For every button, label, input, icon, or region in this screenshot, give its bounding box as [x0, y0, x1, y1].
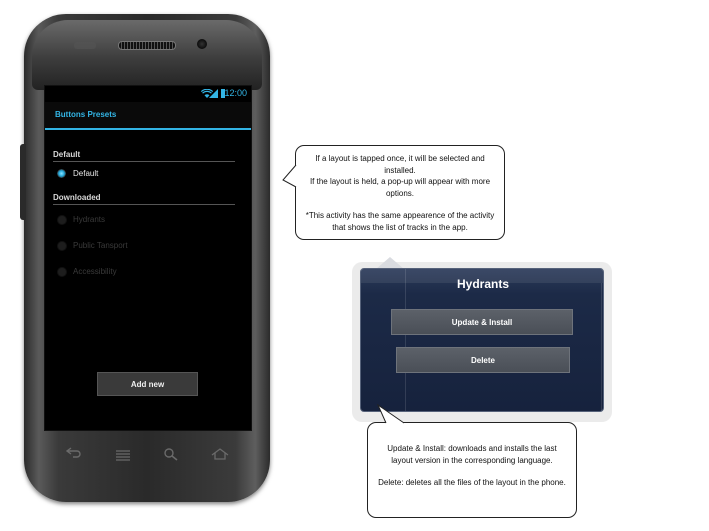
back-icon[interactable] — [65, 446, 82, 461]
phone-side-button — [20, 144, 26, 220]
callout-text: Update & Install: downloads and installs… — [387, 444, 557, 465]
callout-text: If the layout is held, a pop-up will app… — [309, 177, 491, 198]
front-camera — [197, 39, 207, 49]
section-header-downloaded: Downloaded — [53, 193, 101, 202]
context-dialog: Hydrants Update & Install Delete — [360, 268, 604, 412]
list-item-default[interactable]: Default — [53, 167, 235, 181]
proximity-sensor — [74, 42, 96, 49]
search-icon[interactable] — [164, 448, 178, 464]
list-item-hydrants[interactable]: Hydrants — [53, 213, 235, 227]
callout-pointer — [282, 164, 297, 188]
phone-screen: 12:00 Buttons Presets Default Default Do… — [44, 85, 252, 431]
home-icon[interactable] — [211, 448, 229, 463]
menu-icon[interactable] — [115, 449, 131, 464]
callout-text: Delete: deletes all the files of the lay… — [378, 478, 566, 487]
signal-icon — [209, 89, 218, 98]
list-item-label: Accessibility — [73, 267, 117, 276]
section-divider — [53, 161, 235, 162]
callout-top: If a layout is tapped once, it will be s… — [295, 145, 505, 240]
callout-bottom: Update & Install: downloads and installs… — [367, 422, 577, 518]
status-time: 12:00 — [224, 88, 247, 98]
update-install-button[interactable]: Update & Install — [391, 309, 573, 335]
list-item-label: Public Tansport — [73, 241, 128, 250]
callout-text: If a layout is tapped once, it will be s… — [315, 154, 485, 175]
callout-pointer — [377, 404, 405, 424]
list-item-public-transport[interactable]: Public Tansport — [53, 239, 235, 253]
dialog-title: Hydrants — [456, 277, 509, 291]
add-new-button[interactable]: Add new — [97, 372, 198, 396]
radio-unselected[interactable] — [57, 267, 67, 277]
earpiece-speaker — [118, 41, 176, 50]
action-bar: Buttons Presets — [45, 102, 251, 130]
radio-selected[interactable] — [57, 169, 66, 178]
list-item-label: Hydrants — [73, 215, 106, 224]
list-item-label: Default — [73, 169, 99, 178]
radio-unselected[interactable] — [57, 241, 67, 251]
status-bar: 12:00 — [45, 86, 251, 102]
list-item-accessibility[interactable]: Accessibility — [53, 265, 235, 279]
section-divider — [53, 204, 235, 205]
dialog-guide — [601, 283, 602, 411]
phone-top-bezel — [32, 20, 262, 90]
delete-button[interactable]: Delete — [396, 347, 570, 373]
page-title: Buttons Presets — [55, 110, 117, 119]
callout-text: *This activity has the same appearence o… — [305, 211, 495, 232]
section-header-default: Default — [53, 150, 81, 159]
radio-unselected[interactable] — [57, 215, 67, 225]
